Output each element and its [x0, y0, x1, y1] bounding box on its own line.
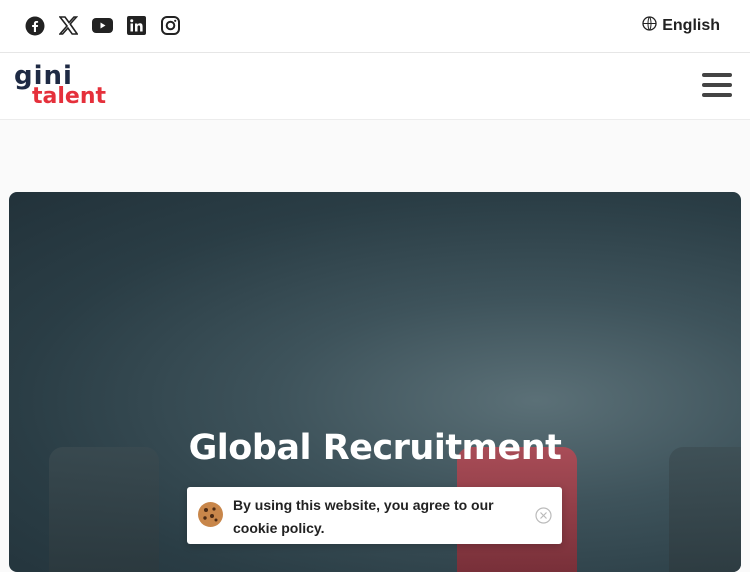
- youtube-icon[interactable]: [92, 15, 113, 36]
- cookie-icon: [197, 501, 224, 528]
- facebook-icon[interactable]: [24, 15, 45, 36]
- hamburger-menu-icon[interactable]: [702, 73, 732, 99]
- hero-title: Global Recruitment: [188, 428, 562, 468]
- x-twitter-icon[interactable]: [58, 15, 79, 36]
- main-navbar: gini talent: [0, 53, 750, 120]
- logo[interactable]: gini talent: [14, 63, 107, 109]
- top-bar: English: [0, 0, 750, 53]
- social-links: [24, 15, 181, 36]
- language-selector[interactable]: English: [642, 16, 720, 36]
- close-icon[interactable]: [535, 507, 552, 524]
- globe-icon: [642, 16, 657, 36]
- language-label: English: [662, 17, 720, 34]
- instagram-icon[interactable]: [160, 15, 181, 36]
- cookie-banner: By using this website, you agree to our …: [187, 487, 562, 544]
- logo-text-talent: talent: [32, 84, 107, 109]
- linkedin-icon[interactable]: [126, 15, 147, 36]
- cookie-message: By using this website, you agree to our …: [233, 497, 494, 536]
